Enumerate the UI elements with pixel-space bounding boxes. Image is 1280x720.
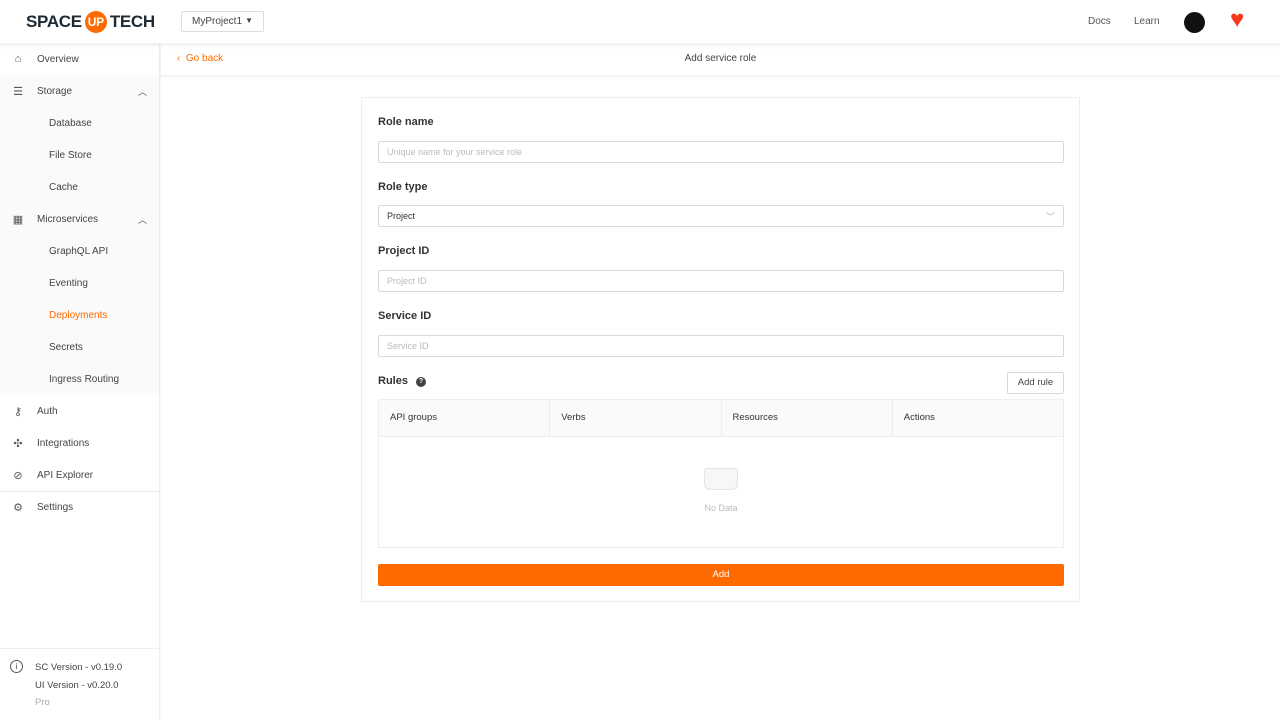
sidebar-item-label: Storage (37, 85, 73, 97)
service-id-input[interactable]: Service ID (378, 335, 1064, 357)
role-name-label: Role name (378, 116, 434, 128)
project-id-input[interactable]: Project ID (378, 270, 1064, 292)
github-icon[interactable] (1184, 12, 1205, 33)
storage-icon: ☰ (13, 85, 23, 98)
role-type-select[interactable]: Project ﹀ (378, 205, 1064, 227)
sidebar-item-file-store[interactable]: File Store (0, 139, 159, 171)
apps-icon: ▦ (12, 213, 24, 226)
sidebar-item-api-explorer[interactable]: ⊘ API Explorer (0, 459, 159, 491)
rules-label-text: Rules (378, 375, 408, 387)
sidebar-item-overview[interactable]: ⌂ Overview (0, 43, 159, 75)
sidebar-item-database[interactable]: Database (0, 107, 159, 139)
project-selector[interactable]: MyProject1 ▼ (181, 11, 264, 32)
user-key-icon: ⚷ (13, 405, 23, 418)
empty-inbox-icon (704, 468, 738, 490)
heart-icon[interactable]: ♥ (1230, 8, 1244, 32)
chevron-up-icon: ︿ (137, 214, 147, 225)
sidebar-item-deployments[interactable]: Deployments (0, 299, 159, 331)
sidebar-item-label: API Explorer (37, 469, 94, 481)
learn-link[interactable]: Learn (1134, 16, 1160, 27)
column-header: Resources (722, 400, 893, 436)
empty-state: No Data (379, 468, 1063, 513)
sidebar-item-ingress-routing[interactable]: Ingress Routing (0, 363, 159, 395)
version-info: i SC Version - v0.19.0 UI Version - v0.2… (0, 648, 160, 720)
sidebar-item-auth[interactable]: ⚷ Auth (0, 395, 159, 427)
compass-icon: ⊘ (13, 469, 23, 482)
table-header: API groups Verbs Resources Actions (379, 400, 1063, 437)
top-header: SPACE UP TECH MyProject1 ▼ Docs Learn ♥ (0, 0, 1280, 43)
sidebar-item-integrations[interactable]: ✣ Integrations (0, 427, 159, 459)
project-id-label: Project ID (378, 245, 430, 257)
logo-text: TECH (109, 12, 155, 31)
add-rule-button[interactable]: Add rule (1007, 372, 1064, 394)
ui-version: UI Version - v0.20.0 (35, 680, 119, 691)
column-header: API groups (379, 400, 551, 436)
sidebar-item-graphql-api[interactable]: GraphQL API (0, 235, 159, 267)
rules-table: API groups Verbs Resources Actions No Da… (378, 399, 1064, 548)
logo[interactable]: SPACE UP TECH (26, 11, 155, 33)
sidebar-item-label: Microservices (37, 213, 99, 225)
role-type-value: Project (387, 211, 416, 221)
column-header: Actions (903, 412, 935, 423)
docs-link[interactable]: Docs (1088, 16, 1111, 27)
rules-label: Rules? (378, 375, 426, 387)
project-name: MyProject1 (192, 16, 243, 27)
sidebar-item-secrets[interactable]: Secrets (0, 331, 159, 363)
sidebar-item-cache[interactable]: Cache (0, 171, 159, 203)
sidebar-item-storage[interactable]: ☰ Storage ︿ (0, 75, 159, 107)
sidebar-item-microservices[interactable]: ▦ Microservices ︿ (0, 203, 159, 235)
sidebar-item-label: Integrations (37, 437, 90, 449)
add-button[interactable]: Add (378, 564, 1064, 586)
logo-text: SPACE (26, 12, 82, 31)
caret-down-icon: ▼ (245, 16, 253, 25)
sidebar-item-label: Settings (37, 502, 74, 513)
role-name-input[interactable]: Unique name for your service role (378, 141, 1064, 163)
sub-header: ‹ Go back Add service role (161, 43, 1280, 75)
gear-icon: ⚙ (13, 502, 23, 514)
sidebar: ⌂ Overview ☰ Storage ︿ Database File Store … (0, 43, 160, 720)
edition: Pro (35, 697, 50, 708)
page-title: Add service role (684, 53, 757, 64)
service-id-label: Service ID (378, 310, 432, 322)
chevron-up-icon: ︿ (137, 86, 147, 97)
sc-version: SC Version - v0.19.0 (35, 662, 123, 673)
home-icon: ⌂ (14, 53, 22, 65)
info-icon: i (10, 660, 23, 673)
sidebar-item-settings[interactable]: ⚙ Settings (0, 491, 159, 523)
role-type-label: Role type (378, 181, 428, 193)
chevron-down-icon: ﹀ (1045, 212, 1055, 222)
no-data-text: No Data (704, 503, 738, 513)
question-icon[interactable]: ? (415, 377, 426, 387)
logo-badge: UP (84, 11, 107, 33)
column-header: Verbs (550, 400, 722, 436)
service-role-form: Role name Unique name for your service r… (361, 97, 1080, 602)
sidebar-item-label: Overview (37, 53, 79, 65)
sidebar-item-label: Auth (37, 405, 58, 417)
puzzle-icon: ✣ (13, 437, 23, 450)
sidebar-item-eventing[interactable]: Eventing (0, 267, 159, 299)
